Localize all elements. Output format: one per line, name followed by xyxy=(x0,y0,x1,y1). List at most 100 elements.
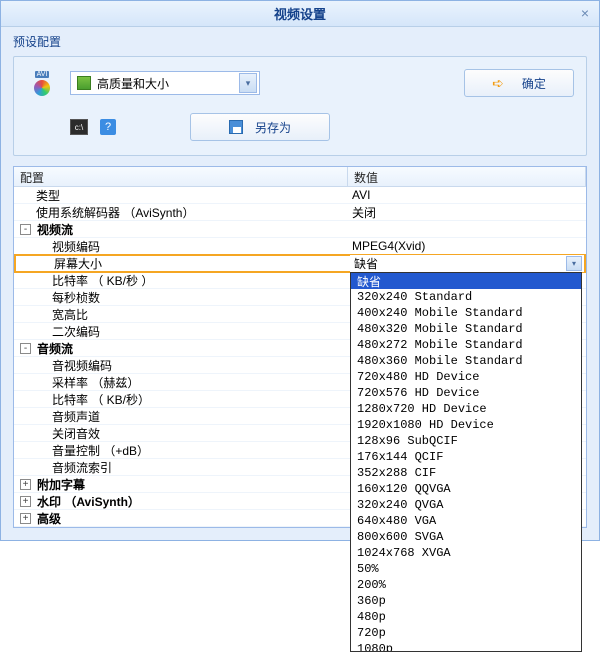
grid-cell-label: 每秒桢数 xyxy=(14,289,348,306)
dropdown-item[interactable]: 176x144 QCIF xyxy=(351,449,581,465)
console-icon[interactable]: c:\ xyxy=(70,119,88,135)
dropdown-item[interactable]: 480p xyxy=(351,609,581,625)
dropdown-item[interactable]: 320x240 Standard xyxy=(351,289,581,305)
arrow-right-icon: ➪ xyxy=(492,75,504,92)
dropdown-item[interactable]: 200% xyxy=(351,577,581,593)
dropdown-item[interactable]: 1024x768 XVGA xyxy=(351,545,581,561)
row-label: 类型 xyxy=(36,187,60,204)
dropdown-item[interactable]: 1280x720 HD Device xyxy=(351,401,581,417)
dropdown-item[interactable]: 480x320 Mobile Standard xyxy=(351,321,581,337)
row-label: 水印 （AviSynth） xyxy=(37,493,140,510)
expand-icon[interactable]: + xyxy=(20,496,31,507)
preset-select[interactable]: 高质量和大小 ▾ xyxy=(70,71,260,95)
grid-cell-label: +附加字幕 xyxy=(14,476,348,493)
grid-row[interactable]: 使用系统解码器 （AviSynth）关闭 xyxy=(14,204,586,221)
screensize-dropdown[interactable]: 缺省320x240 Standard400x240 Mobile Standar… xyxy=(350,272,582,652)
preset-section-label: 预设配置 xyxy=(1,27,599,52)
grid-cell-label: 采样率 （赫兹） xyxy=(14,374,348,391)
row-label: 音视频编码 xyxy=(52,357,112,374)
dropdown-item[interactable]: 360p xyxy=(351,593,581,609)
dropdown-item[interactable]: 800x600 SVGA xyxy=(351,529,581,545)
dropdown-item[interactable]: 缺省 xyxy=(351,273,581,289)
grid-row[interactable]: 视频编码 MPEG4(Xvid) xyxy=(14,238,586,255)
ok-button[interactable]: ➪ 确定 xyxy=(464,69,574,97)
expand-icon[interactable]: + xyxy=(20,513,31,524)
dropdown-item[interactable]: 480x360 Mobile Standard xyxy=(351,353,581,369)
dropdown-item[interactable]: 640x480 VGA xyxy=(351,513,581,529)
collapse-icon[interactable]: - xyxy=(20,343,31,354)
ok-button-label: 确定 xyxy=(522,75,546,92)
settings-grid: 配置 数值 类型AVI使用系统解码器 （AviSynth）关闭-视频流视频编码M… xyxy=(13,166,587,528)
grid-cell-value: 关闭 xyxy=(348,204,586,221)
dropdown-item[interactable]: 720x480 HD Device xyxy=(351,369,581,385)
row-label: 屏幕大小 xyxy=(54,255,102,272)
chevron-down-icon[interactable]: ▾ xyxy=(239,73,257,93)
dropdown-item[interactable]: 720p xyxy=(351,625,581,641)
row-label: 二次编码 xyxy=(52,323,100,340)
expand-icon[interactable]: + xyxy=(20,479,31,490)
cell-dropdown-icon[interactable]: ▾ xyxy=(566,256,582,271)
row-label: 宽高比 xyxy=(52,306,88,323)
disk-icon xyxy=(77,76,91,90)
dropdown-item[interactable]: 1920x1080 HD Device xyxy=(351,417,581,433)
dropdown-item[interactable]: 50% xyxy=(351,561,581,577)
grid-cell-label: 比特率 （ KB/秒） xyxy=(14,391,348,408)
video-settings-window: 视频设置 × 预设配置 AVI 高质量和大小 ▾ ➪ 确定 c:\ ? 另 xyxy=(0,0,600,541)
row-label: 比特率 （ KB/秒） xyxy=(52,391,150,408)
dropdown-item[interactable]: 400x240 Mobile Standard xyxy=(351,305,581,321)
collapse-icon[interactable]: - xyxy=(20,224,31,235)
grid-cell-label: 比特率 （ KB/秒 ） xyxy=(14,272,348,289)
row-label: 视频编码 xyxy=(52,238,100,255)
grid-cell-value: AVI xyxy=(348,188,586,202)
preset-row2: c:\ ? 另存为 xyxy=(26,113,574,141)
grid-cell-value[interactable]: 缺省 xyxy=(350,255,584,272)
dropdown-item[interactable]: 480x272 Mobile Standard xyxy=(351,337,581,353)
grid-header: 配置 数值 xyxy=(14,167,586,187)
titlebar: 视频设置 × xyxy=(1,1,599,27)
grid-cell-label: + 水印 （AviSynth） xyxy=(14,493,348,510)
grid-cell-value: MPEG4(Xvid) xyxy=(348,239,586,253)
saveas-button[interactable]: 另存为 xyxy=(190,113,330,141)
grid-row[interactable]: 类型 AVI xyxy=(14,187,586,204)
dropdown-item[interactable]: 160x120 QQVGA xyxy=(351,481,581,497)
floppy-icon xyxy=(229,120,243,134)
window-title: 视频设置 xyxy=(274,4,326,23)
header-config: 配置 xyxy=(14,167,348,186)
dropdown-item[interactable]: 1080p xyxy=(351,641,581,652)
close-icon[interactable]: × xyxy=(577,6,593,22)
row-label: 采样率 （赫兹） xyxy=(52,374,139,391)
row-label: 音量控制 （+dB） xyxy=(52,442,149,459)
preset-select-value: 高质量和大小 xyxy=(97,75,239,92)
row-label: 关闭音效 xyxy=(52,425,100,442)
grid-cell-label: 屏幕大小 xyxy=(16,255,350,272)
grid-cell-label: 音频声道 xyxy=(14,408,348,425)
header-value: 数值 xyxy=(348,167,586,186)
row-label: 音频流 xyxy=(37,340,73,357)
grid-cell-label: + 高级 xyxy=(14,510,348,527)
grid-cell-label: 二次编码 xyxy=(14,323,348,340)
dropdown-item[interactable]: 720x576 HD Device xyxy=(351,385,581,401)
row-label: 比特率 （ KB/秒 ） xyxy=(52,272,153,289)
grid-row[interactable]: -视频流 xyxy=(14,221,586,238)
row-label: 每秒桢数 xyxy=(52,289,100,306)
grid-row-selected[interactable]: 屏幕大小 缺省▾ xyxy=(14,254,586,273)
help-icon[interactable]: ? xyxy=(100,119,116,135)
grid-cell-label: 音频流索引 xyxy=(14,459,348,476)
row-label: 高级 xyxy=(37,510,61,527)
dropdown-item[interactable]: 128x96 SubQCIF xyxy=(351,433,581,449)
grid-cell-label: 使用系统解码器 （AviSynth） xyxy=(14,204,348,221)
grid-cell-label: -视频流 xyxy=(14,221,348,238)
dropdown-item[interactable]: 320x240 QVGA xyxy=(351,497,581,513)
row-label: 音频声道 xyxy=(52,408,100,425)
avi-format-icon: AVI xyxy=(26,67,58,99)
grid-cell-label: 关闭音效 xyxy=(14,425,348,442)
grid-cell-label: -音频流 xyxy=(14,340,348,357)
dropdown-item[interactable]: 352x288 CIF xyxy=(351,465,581,481)
grid-cell-label: 音量控制 （+dB） xyxy=(14,442,348,459)
grid-cell-label: 宽高比 xyxy=(14,306,348,323)
saveas-button-label: 另存为 xyxy=(255,119,291,136)
preset-panel: AVI 高质量和大小 ▾ ➪ 确定 c:\ ? 另存为 xyxy=(13,56,587,156)
preset-row: AVI 高质量和大小 ▾ ➪ 确定 xyxy=(26,67,574,99)
grid-cell-label: 视频编码 xyxy=(14,238,348,255)
row-label: 视频流 xyxy=(37,221,73,238)
